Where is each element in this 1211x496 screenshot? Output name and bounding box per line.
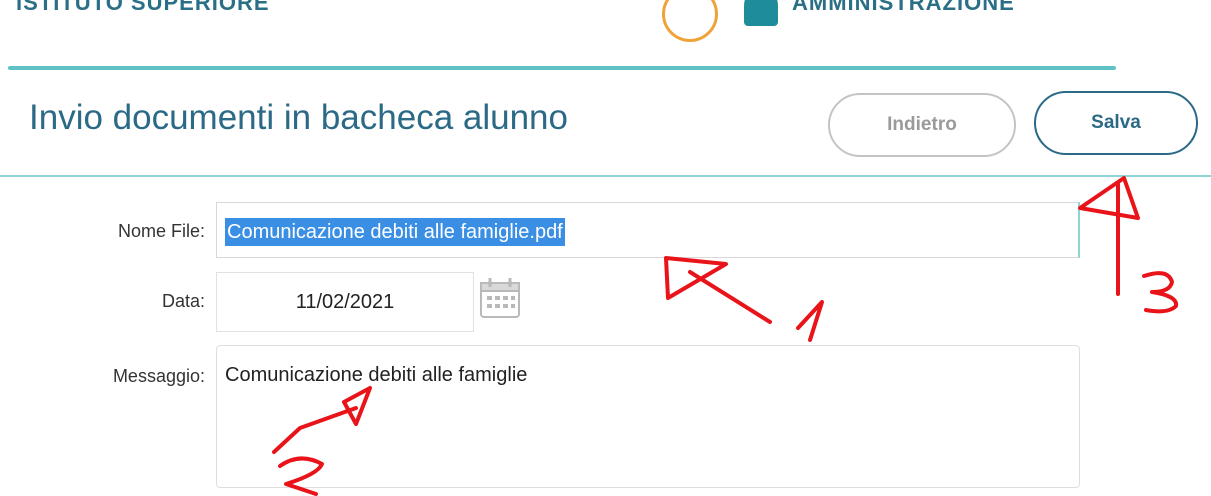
date-field[interactable]: 11/02/2021 <box>216 272 474 332</box>
file-name-field[interactable]: Comunicazione debiti alle famiglie.pdf <box>216 202 1080 258</box>
save-button[interactable]: Salva <box>1034 91 1198 155</box>
header-divider <box>8 66 1116 70</box>
message-textarea[interactable]: Comunicazione debiti alle famiglie <box>216 345 1080 488</box>
date-value[interactable]: 11/02/2021 <box>217 273 473 331</box>
school-name: ISTITUTO SUPERIORE <box>16 0 270 15</box>
file-name-label: Nome File: <box>117 221 205 241</box>
message-label: Messaggio: <box>112 366 205 386</box>
calendar-icon[interactable] <box>478 276 522 320</box>
file-name-value[interactable]: Comunicazione debiti alle famiglie.pdf <box>225 218 565 246</box>
annotation-number-1 <box>796 300 824 342</box>
alert-circle-icon[interactable] <box>662 0 718 42</box>
annotation-arrow-1 <box>664 256 772 324</box>
date-label: Data: <box>161 291 205 311</box>
section-divider <box>0 175 1211 177</box>
message-value[interactable]: Comunicazione debiti alle famiglie <box>225 364 527 387</box>
page-title: Invio documenti in bacheca alunno <box>29 98 568 137</box>
user-name[interactable]: AMMINISTRAZIONE <box>792 0 1015 16</box>
annotation-label-3: 3 <box>1180 249 1181 251</box>
annotation-number-3 <box>1142 271 1179 314</box>
top-header: ISTITUTO SUPERIORE AMMINISTRAZIONE <box>0 0 1211 60</box>
back-button[interactable]: Indietro <box>828 93 1016 157</box>
page: ISTITUTO SUPERIORE AMMINISTRAZIONE Invio… <box>0 0 1211 496</box>
user-icon[interactable] <box>744 0 778 26</box>
annotation-arrow-3 <box>1078 176 1140 296</box>
